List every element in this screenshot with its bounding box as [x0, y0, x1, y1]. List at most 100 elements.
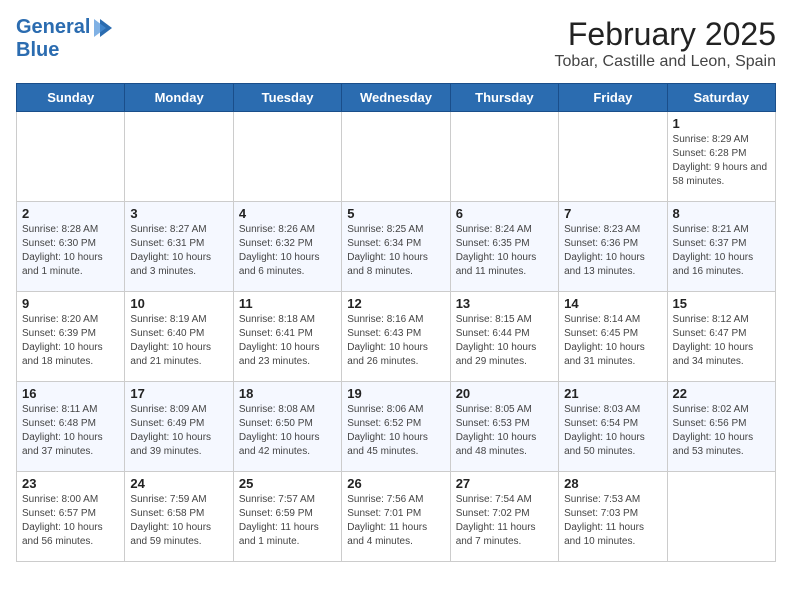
day-header-tuesday: Tuesday — [233, 84, 341, 112]
day-number: 2 — [22, 206, 119, 221]
day-number: 21 — [564, 386, 661, 401]
day-cell: 6Sunrise: 8:24 AM Sunset: 6:35 PM Daylig… — [450, 202, 558, 292]
day-number: 22 — [673, 386, 770, 401]
week-row-2: 2 Sunrise: 8:28 AM Sunset: 6:30 PM Daylig… — [17, 202, 776, 292]
logo-line2: Blue — [16, 39, 114, 61]
day-cell — [342, 112, 450, 202]
day-cell: 9 Sunrise: 8:20 AM Sunset: 6:39 PM Daylig… — [17, 292, 125, 382]
header-row: SundayMondayTuesdayWednesdayThursdayFrid… — [17, 84, 776, 112]
day-number: 12 — [347, 296, 444, 311]
day-cell: 22Sunrise: 8:02 AM Sunset: 6:56 PM Dayli… — [667, 382, 775, 472]
day-number: 8 — [673, 206, 770, 221]
day-number: 17 — [130, 386, 227, 401]
title-block: February 2025 Tobar, Castille and Leon, … — [555, 16, 776, 71]
day-info: Sunrise: 8:27 AM Sunset: 6:31 PM Dayligh… — [130, 223, 227, 279]
day-cell: 3 Sunrise: 8:27 AM Sunset: 6:31 PM Daylig… — [125, 202, 233, 292]
day-cell: 18Sunrise: 8:08 AM Sunset: 6:50 PM Dayli… — [233, 382, 341, 472]
day-number: 18 — [239, 386, 336, 401]
week-row-4: 16Sunrise: 8:11 AM Sunset: 6:48 PM Dayli… — [17, 382, 776, 472]
day-info: Sunrise: 8:09 AM Sunset: 6:49 PM Dayligh… — [130, 403, 227, 459]
day-info: Sunrise: 8:24 AM Sunset: 6:35 PM Dayligh… — [456, 223, 553, 279]
day-number: 14 — [564, 296, 661, 311]
day-info: Sunrise: 8:00 AM Sunset: 6:57 PM Dayligh… — [22, 493, 119, 549]
day-info: Sunrise: 7:54 AM Sunset: 7:02 PM Dayligh… — [456, 493, 553, 549]
day-header-thursday: Thursday — [450, 84, 558, 112]
day-cell: 13Sunrise: 8:15 AM Sunset: 6:44 PM Dayli… — [450, 292, 558, 382]
day-number: 24 — [130, 476, 227, 491]
logo: General Blue — [16, 16, 114, 61]
day-cell: 20 Sunrise: 8:05 AM Sunset: 6:53 PM Dayli… — [450, 382, 558, 472]
day-info: Sunrise: 8:26 AM Sunset: 6:32 PM Dayligh… — [239, 223, 336, 279]
day-cell: 14 Sunrise: 8:14 AM Sunset: 6:45 PM Dayli… — [559, 292, 667, 382]
day-cell: 25 Sunrise: 7:57 AM Sunset: 6:59 PM Dayli… — [233, 472, 341, 562]
day-info: Sunrise: 8:21 AM Sunset: 6:37 PM Dayligh… — [673, 223, 770, 279]
day-cell — [559, 112, 667, 202]
month-year-title: February 2025 — [555, 16, 776, 53]
day-number: 11 — [239, 296, 336, 311]
location-subtitle: Tobar, Castille and Leon, Spain — [555, 53, 776, 71]
day-cell: 28 Sunrise: 7:53 AM Sunset: 7:03 PM Dayli… — [559, 472, 667, 562]
day-number: 9 — [22, 296, 119, 311]
day-number: 25 — [239, 476, 336, 491]
day-cell: 5 Sunrise: 8:25 AM Sunset: 6:34 PM Daylig… — [342, 202, 450, 292]
day-info: Sunrise: 8:29 AM Sunset: 6:28 PM Dayligh… — [673, 133, 770, 189]
day-number: 1 — [673, 116, 770, 131]
day-cell: 19Sunrise: 8:06 AM Sunset: 6:52 PM Dayli… — [342, 382, 450, 472]
day-info: Sunrise: 8:20 AM Sunset: 6:39 PM Dayligh… — [22, 313, 119, 369]
logo-line1: General — [16, 16, 114, 39]
week-row-5: 23 Sunrise: 8:00 AM Sunset: 6:57 PM Dayli… — [17, 472, 776, 562]
day-number: 3 — [130, 206, 227, 221]
day-cell — [450, 112, 558, 202]
day-info: Sunrise: 8:18 AM Sunset: 6:41 PM Dayligh… — [239, 313, 336, 369]
day-info: Sunrise: 7:59 AM Sunset: 6:58 PM Dayligh… — [130, 493, 227, 549]
week-row-3: 9 Sunrise: 8:20 AM Sunset: 6:39 PM Daylig… — [17, 292, 776, 382]
day-cell: 24 Sunrise: 7:59 AM Sunset: 6:58 PM Dayli… — [125, 472, 233, 562]
day-cell: 15 Sunrise: 8:12 AM Sunset: 6:47 PM Dayli… — [667, 292, 775, 382]
day-cell: 16Sunrise: 8:11 AM Sunset: 6:48 PM Dayli… — [17, 382, 125, 472]
day-cell: 7 Sunrise: 8:23 AM Sunset: 6:36 PM Daylig… — [559, 202, 667, 292]
day-number: 5 — [347, 206, 444, 221]
day-header-sunday: Sunday — [17, 84, 125, 112]
day-cell: 11 Sunrise: 8:18 AM Sunset: 6:41 PM Dayli… — [233, 292, 341, 382]
day-cell — [233, 112, 341, 202]
day-number: 19 — [347, 386, 444, 401]
day-info: Sunrise: 8:15 AM Sunset: 6:44 PM Dayligh… — [456, 313, 553, 369]
day-number: 27 — [456, 476, 553, 491]
calendar-table: SundayMondayTuesdayWednesdayThursdayFrid… — [16, 83, 776, 562]
day-info: Sunrise: 8:05 AM Sunset: 6:53 PM Dayligh… — [456, 403, 553, 459]
day-cell: 26 Sunrise: 7:56 AM Sunset: 7:01 PM Dayli… — [342, 472, 450, 562]
day-header-wednesday: Wednesday — [342, 84, 450, 112]
day-cell: 1 Sunrise: 8:29 AM Sunset: 6:28 PM Daylig… — [667, 112, 775, 202]
day-cell: 8 Sunrise: 8:21 AM Sunset: 6:37 PM Daylig… — [667, 202, 775, 292]
day-number: 23 — [22, 476, 119, 491]
page-header: General Blue February 2025 Tobar, Castil… — [16, 16, 776, 71]
day-info: Sunrise: 8:28 AM Sunset: 6:30 PM Dayligh… — [22, 223, 119, 279]
day-info: Sunrise: 8:25 AM Sunset: 6:34 PM Dayligh… — [347, 223, 444, 279]
day-cell: 2 Sunrise: 8:28 AM Sunset: 6:30 PM Daylig… — [17, 202, 125, 292]
day-number: 20 — [456, 386, 553, 401]
day-info: Sunrise: 8:14 AM Sunset: 6:45 PM Dayligh… — [564, 313, 661, 369]
day-number: 4 — [239, 206, 336, 221]
day-number: 7 — [564, 206, 661, 221]
day-info: Sunrise: 7:57 AM Sunset: 6:59 PM Dayligh… — [239, 493, 336, 549]
day-number: 26 — [347, 476, 444, 491]
day-info: Sunrise: 8:19 AM Sunset: 6:40 PM Dayligh… — [130, 313, 227, 369]
day-header-saturday: Saturday — [667, 84, 775, 112]
day-info: Sunrise: 7:53 AM Sunset: 7:03 PM Dayligh… — [564, 493, 661, 549]
day-info: Sunrise: 8:12 AM Sunset: 6:47 PM Dayligh… — [673, 313, 770, 369]
day-info: Sunrise: 8:23 AM Sunset: 6:36 PM Dayligh… — [564, 223, 661, 279]
day-number: 15 — [673, 296, 770, 311]
day-cell: 27 Sunrise: 7:54 AM Sunset: 7:02 PM Dayli… — [450, 472, 558, 562]
day-cell — [17, 112, 125, 202]
day-header-friday: Friday — [559, 84, 667, 112]
day-cell: 4 Sunrise: 8:26 AM Sunset: 6:32 PM Daylig… — [233, 202, 341, 292]
day-cell: 21 Sunrise: 8:03 AM Sunset: 6:54 PM Dayli… — [559, 382, 667, 472]
day-cell: 12 Sunrise: 8:16 AM Sunset: 6:43 PM Dayli… — [342, 292, 450, 382]
day-info: Sunrise: 8:16 AM Sunset: 6:43 PM Dayligh… — [347, 313, 444, 369]
day-cell — [125, 112, 233, 202]
day-info: Sunrise: 7:56 AM Sunset: 7:01 PM Dayligh… — [347, 493, 444, 549]
day-info: Sunrise: 8:03 AM Sunset: 6:54 PM Dayligh… — [564, 403, 661, 459]
day-cell: 23 Sunrise: 8:00 AM Sunset: 6:57 PM Dayli… — [17, 472, 125, 562]
week-row-1: 1 Sunrise: 8:29 AM Sunset: 6:28 PM Daylig… — [17, 112, 776, 202]
day-number: 28 — [564, 476, 661, 491]
